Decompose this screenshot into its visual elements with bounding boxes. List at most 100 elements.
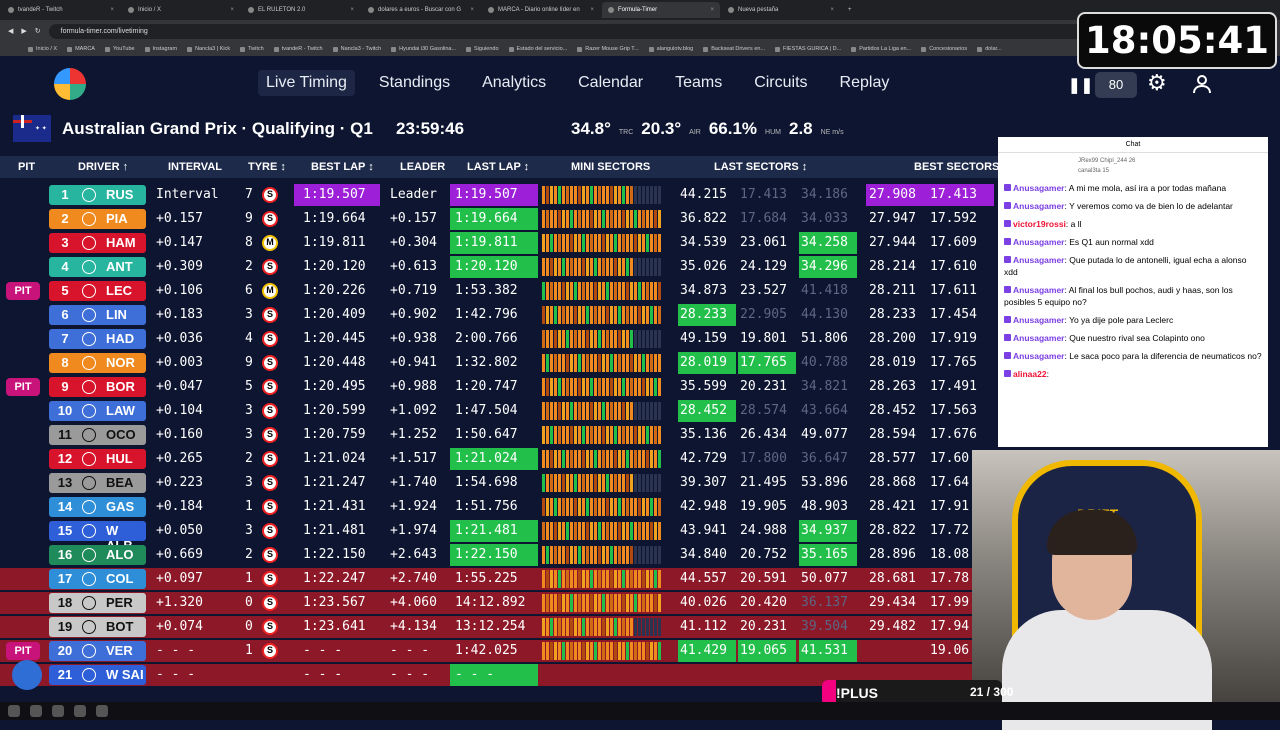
column-header[interactable]: LEADER [400,161,445,173]
bookmark-item[interactable]: Hyundai i30 Gasolina... [391,46,456,52]
driver-badge[interactable]: 16 ALO [49,545,146,565]
driver-badge[interactable]: 19 BOT [49,617,146,637]
bookmark-item[interactable]: tvandeR - Twitch [273,46,323,52]
table-row[interactable]: 14 GAS +0.184 1 S 1:21.431 +1.924 1:51.756 42.94… [0,496,1000,518]
table-row[interactable]: PIT 20 VER - - - 1S - - - - - - 1:42.025 41.429 1… [0,640,1000,662]
driver-badge[interactable]: 3 HAM [49,233,146,253]
driver-badge[interactable]: 5 LEC [49,281,146,301]
column-header[interactable]: TYRE ↕ [248,161,286,173]
nav-item-calendar[interactable]: Calendar [570,70,651,96]
close-icon[interactable]: × [470,7,474,13]
app-logo[interactable] [54,68,86,100]
bookmark-item[interactable]: FIESTAS GURICA | D... [775,46,841,52]
bookmark-item[interactable]: Razer Mouse Grip T... [577,46,639,52]
nav-item-analytics[interactable]: Analytics [474,70,554,96]
nav-item-live-timing[interactable]: Live Timing [258,70,355,96]
chat-username[interactable]: Anusagamer [1013,333,1065,343]
browser-tab[interactable]: Inicio / X × [122,2,240,18]
column-header[interactable]: BEST LAP ↕ [311,161,374,173]
bookmark-item[interactable]: Concesionarios [921,46,967,52]
driver-badge[interactable]: 14 GAS [49,497,146,517]
browser-tab[interactable]: dolares a euros - Buscar con G × [362,2,480,18]
driver-badge[interactable]: 11 OCO [49,425,146,445]
close-icon[interactable]: × [830,7,834,13]
close-icon[interactable]: × [110,7,114,13]
bookmark-item[interactable]: Twitch [240,46,264,52]
back-icon[interactable]: ◀ [8,27,13,35]
bookmark-item[interactable]: MARCA [67,46,95,52]
table-row[interactable]: 2 PIA +0.157 9 S 1:19.664 +0.157 1:19.664 36.822… [0,208,1000,230]
browser-tab[interactable]: Formula-Timer × [602,2,720,18]
table-row[interactable]: 3 HAM +0.147 8 M 1:19.811 +0.304 1:19.811 34.539… [0,232,1000,254]
column-header[interactable]: MINI SECTORS [571,161,650,173]
column-header[interactable]: DRIVER ↑ [78,161,128,173]
chat-username[interactable]: alinaa22 [1013,369,1047,379]
table-row[interactable]: 16 ALO +0.669 2 S 1:22.150 +2.643 1:22.150 34.84… [0,544,1000,566]
driver-badge[interactable]: 1 RUS [49,185,146,205]
driver-badge[interactable]: 13 BEA [49,473,146,493]
url-field[interactable]: formula-timer.com/livetiming [48,23,1099,39]
settings-icon[interactable] [74,705,86,717]
table-row[interactable]: 4 ANT +0.309 2 S 1:20.120 +0.613 1:20.120 35.026… [0,256,1000,278]
reload-icon[interactable]: ↻ [35,27,41,35]
start-icon[interactable] [8,705,20,717]
table-row[interactable]: 10 LAW +0.104 3 S 1:20.599 +1.092 1:47.504 28.45… [0,400,1000,422]
driver-badge[interactable]: 6 LIN [49,305,146,325]
app-icon[interactable] [96,705,108,717]
driver-badge[interactable]: 2 PIA [49,209,146,229]
table-row[interactable]: 12 HUL +0.265 2 S 1:21.024 +1.517 1:21.024 42.72… [0,448,1000,470]
chat-username[interactable]: Anusagamer [1013,183,1065,193]
driver-badge[interactable]: 18 PER [49,593,146,613]
chat-bubble-icon[interactable] [12,660,42,690]
chat-username[interactable]: Anusagamer [1013,237,1065,247]
bookmark-item[interactable]: YouTube [104,46,135,52]
bookmark-item[interactable]: Partidos La Liga en... [851,46,911,52]
gear-icon[interactable]: ⚙ [1147,70,1167,96]
driver-badge[interactable]: 10 LAW [49,401,146,421]
forward-icon[interactable]: ▶ [21,27,26,35]
column-header[interactable]: BEST SECTORS [914,161,999,173]
browser-tab[interactable]: MARCA - Diario online líder en × [482,2,600,18]
column-header[interactable]: LAST LAP ↕ [467,161,529,173]
bookmark-item[interactable]: Nancla3 | Kick [187,46,230,52]
nav-item-standings[interactable]: Standings [371,70,458,96]
bookmark-item[interactable]: Nancla3 - Twitch [332,46,381,52]
browser-tab[interactable]: EL RULETON 2.0 × [242,2,360,18]
table-row[interactable]: 15W ALB +0.050 3S 1:21.481 +1.974 1:21.481 43.… [0,520,1000,553]
bookmark-item[interactable]: alangulotv.blog [648,46,693,52]
nav-item-teams[interactable]: Teams [667,70,730,96]
table-row[interactable]: 19 BOT +0.074 0 S 1:23.641 +4.134 13:12.254 41.1… [0,616,1000,638]
obs-icon[interactable] [52,705,64,717]
column-header[interactable]: LAST SECTORS ↕ [714,161,807,173]
new-tab-icon[interactable]: + [848,7,852,13]
bookmark-item[interactable]: Estado del servicio... [508,46,567,52]
close-icon[interactable]: × [230,7,234,13]
driver-badge[interactable]: 17 COL [49,569,146,589]
close-icon[interactable]: × [590,7,594,13]
browser-icon[interactable] [30,705,42,717]
table-row[interactable]: PIT 9 BOR +0.047 5 S 1:20.495 +0.988 1:20.747 35.… [0,376,1000,398]
chat-username[interactable]: Anusagamer [1013,285,1065,295]
driver-badge[interactable]: 15W ALB [49,521,146,553]
nav-item-replay[interactable]: Replay [832,70,898,96]
table-row[interactable]: PIT 5 LEC +0.106 6 M 1:20.226 +0.719 1:53.382 34.… [0,280,1000,302]
browser-tab[interactable]: Nueva pestaña × [722,2,840,18]
column-header[interactable]: INTERVAL [168,161,222,173]
close-icon[interactable]: × [710,7,714,13]
table-row[interactable]: 7 HAD +0.036 4 S 1:20.445 +0.938 2:00.766 49.159… [0,328,1000,350]
driver-badge[interactable]: 8 NOR [49,353,146,373]
browser-tab[interactable]: tvandeR - Twitch × [2,2,120,18]
table-row[interactable]: 18 PER +1.320 0 S 1:23.567 +4.060 14:12.892 40.0… [0,592,1000,614]
driver-badge[interactable]: 9 BOR [49,377,146,397]
chat-username[interactable]: Anusagamer [1013,351,1065,361]
chat-username[interactable]: Anusagamer [1013,255,1065,265]
driver-badge[interactable]: 20 VER [49,641,146,661]
table-row[interactable]: 8 NOR +0.003 9 S 1:20.448 +0.941 1:32.802 28.019… [0,352,1000,374]
table-row[interactable]: 11 OCO +0.160 3 S 1:20.759 +1.252 1:50.647 35.13… [0,424,1000,446]
bookmark-item[interactable]: dolar... [977,46,1002,52]
nav-item-circuits[interactable]: Circuits [746,70,815,96]
driver-badge[interactable]: 4 ANT [49,257,146,277]
bookmark-item[interactable]: Siguiendo [466,46,499,52]
bookmark-item[interactable]: Instagram [144,46,177,52]
bookmark-item[interactable]: Inicio / X [28,46,57,52]
